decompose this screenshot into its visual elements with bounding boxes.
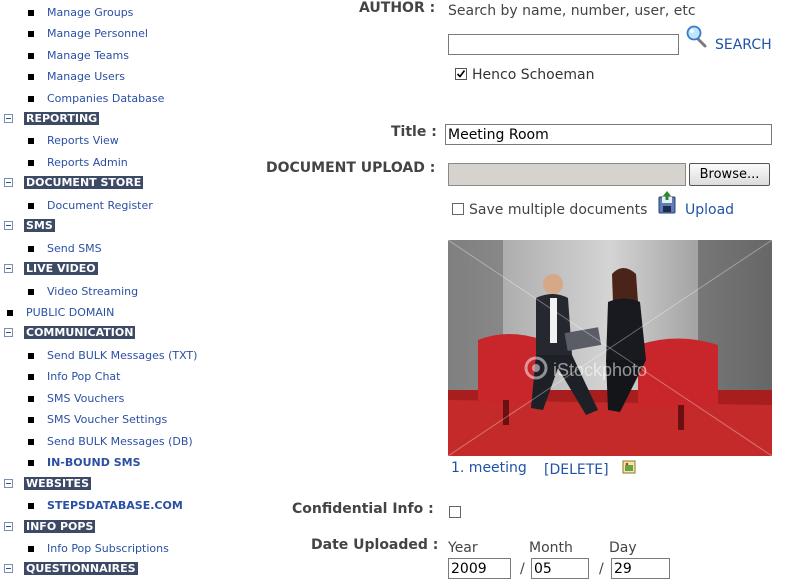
collapse-icon[interactable] — [4, 114, 13, 123]
bullet-icon — [28, 439, 34, 445]
collapse-icon[interactable] — [4, 328, 13, 337]
bullet-icon — [28, 246, 34, 252]
collapse-icon[interactable] — [4, 178, 13, 187]
nav-send-bulk-txt[interactable]: Send BULK Messages (TXT) — [47, 349, 197, 362]
section-label: LIVE VIDEO — [24, 262, 98, 275]
attachment-link[interactable]: 1. meeting — [451, 460, 527, 477]
date-separator: / — [599, 561, 604, 577]
section-info-pops[interactable]: INFO POPS — [4, 520, 96, 533]
section-label: DOCUMENT STORE — [24, 176, 144, 189]
watermark-text: iStockphoto — [553, 360, 647, 380]
day-label: Day — [609, 540, 637, 556]
section-communication[interactable]: COMMUNICATION — [4, 326, 136, 339]
section-label: INFO POPS — [24, 520, 96, 533]
bullet-icon — [28, 74, 34, 80]
bullet-icon — [28, 289, 34, 295]
section-questionnaires[interactable]: QUESTIONNAIRES — [4, 562, 138, 575]
bullet-icon — [28, 53, 34, 59]
nav-manage-teams[interactable]: Manage Teams — [47, 49, 129, 62]
nav-reports-view[interactable]: Reports View — [47, 134, 119, 147]
bullet-icon — [28, 10, 34, 16]
bullet-icon — [28, 546, 34, 552]
upload-floppy-icon[interactable] — [656, 191, 678, 215]
bullet-icon — [28, 31, 34, 37]
confidential-label: Confidential Info : — [292, 501, 434, 517]
nav-manage-personnel[interactable]: Manage Personnel — [47, 27, 148, 40]
nav-send-sms[interactable]: Send SMS — [47, 242, 102, 255]
bullet-icon — [28, 396, 34, 402]
author-checkbox[interactable] — [455, 68, 467, 80]
nav-reports-admin[interactable]: Reports Admin — [47, 156, 128, 169]
upload-link[interactable]: Upload — [685, 202, 734, 219]
nav-manage-users[interactable]: Manage Users — [47, 70, 125, 83]
author-checked-name: Henco Schoeman — [472, 67, 595, 83]
document-image-preview: iStockphoto — [448, 240, 772, 456]
delete-link[interactable]: [DELETE] — [544, 462, 609, 479]
month-label: Month — [529, 540, 573, 556]
section-label: WEBSITES — [24, 477, 91, 490]
author-label: AUTHOR : — [359, 0, 436, 16]
section-sms[interactable]: SMS — [4, 219, 55, 232]
bullet-icon — [28, 160, 34, 166]
section-label: SMS — [24, 219, 55, 232]
save-multiple-checkbox[interactable] — [452, 203, 464, 215]
nav-manage-groups[interactable]: Manage Groups — [47, 6, 133, 19]
file-path-field[interactable] — [448, 163, 686, 186]
month-input[interactable] — [531, 558, 589, 579]
collapse-icon[interactable] — [4, 479, 13, 488]
section-reporting[interactable]: REPORTING — [4, 112, 100, 125]
collapse-icon[interactable] — [4, 221, 13, 230]
confidential-checkbox[interactable] — [449, 506, 461, 518]
nav-video-streaming[interactable]: Video Streaming — [47, 285, 138, 298]
document-upload-label: DOCUMENT UPLOAD : — [266, 160, 436, 176]
bullet-icon — [28, 374, 34, 380]
section-websites[interactable]: WEBSITES — [4, 477, 91, 490]
year-input[interactable] — [448, 558, 511, 579]
bullet-icon — [28, 96, 34, 102]
author-search-input[interactable] — [448, 34, 679, 55]
section-document-store[interactable]: DOCUMENT STORE — [4, 176, 144, 189]
date-separator: / — [520, 561, 525, 577]
bullet-icon — [28, 503, 34, 509]
section-label: QUESTIONNAIRES — [24, 562, 138, 575]
section-label: COMMUNICATION — [24, 326, 136, 339]
day-input[interactable] — [611, 558, 670, 579]
bullet-icon — [28, 353, 34, 359]
bullet-icon — [28, 203, 34, 209]
magnifier-icon[interactable] — [686, 25, 708, 49]
nav-public-domain[interactable]: PUBLIC DOMAIN — [26, 306, 114, 319]
search-link[interactable]: SEARCH — [715, 37, 772, 54]
nav-sms-voucher-settings[interactable]: SMS Voucher Settings — [47, 413, 167, 426]
date-uploaded-label: Date Uploaded : — [311, 537, 439, 553]
title-label: Title : — [391, 124, 437, 140]
nav-info-pop-subscriptions[interactable]: Info Pop Subscriptions — [47, 542, 169, 555]
bullet-icon — [28, 417, 34, 423]
bullet-icon — [7, 310, 13, 316]
nav-in-bound-sms[interactable]: IN-BOUND SMS — [47, 456, 141, 469]
collapse-icon[interactable] — [4, 522, 13, 531]
nav-document-register[interactable]: Document Register — [47, 199, 153, 212]
nav-stepsdatabase[interactable]: STEPSDATABASE.COM — [47, 499, 183, 512]
section-live-video[interactable]: LIVE VIDEO — [4, 262, 98, 275]
nav-send-bulk-db[interactable]: Send BULK Messages (DB) — [47, 435, 193, 448]
collapse-icon[interactable] — [4, 564, 13, 573]
bullet-icon — [28, 138, 34, 144]
author-hint: Search by name, number, user, etc — [448, 3, 696, 19]
nav-sms-vouchers[interactable]: SMS Vouchers — [47, 392, 124, 405]
save-multiple-label: Save multiple documents — [469, 202, 648, 218]
bullet-icon — [28, 460, 34, 466]
section-label: REPORTING — [24, 112, 100, 125]
image-file-icon[interactable] — [622, 459, 636, 474]
year-label: Year — [448, 540, 478, 556]
browse-button[interactable]: Browse... — [689, 163, 770, 186]
nav-info-pop-chat[interactable]: Info Pop Chat — [47, 370, 120, 383]
nav-companies-database[interactable]: Companies Database — [47, 92, 164, 105]
title-input[interactable] — [445, 124, 772, 145]
collapse-icon[interactable] — [4, 264, 13, 273]
